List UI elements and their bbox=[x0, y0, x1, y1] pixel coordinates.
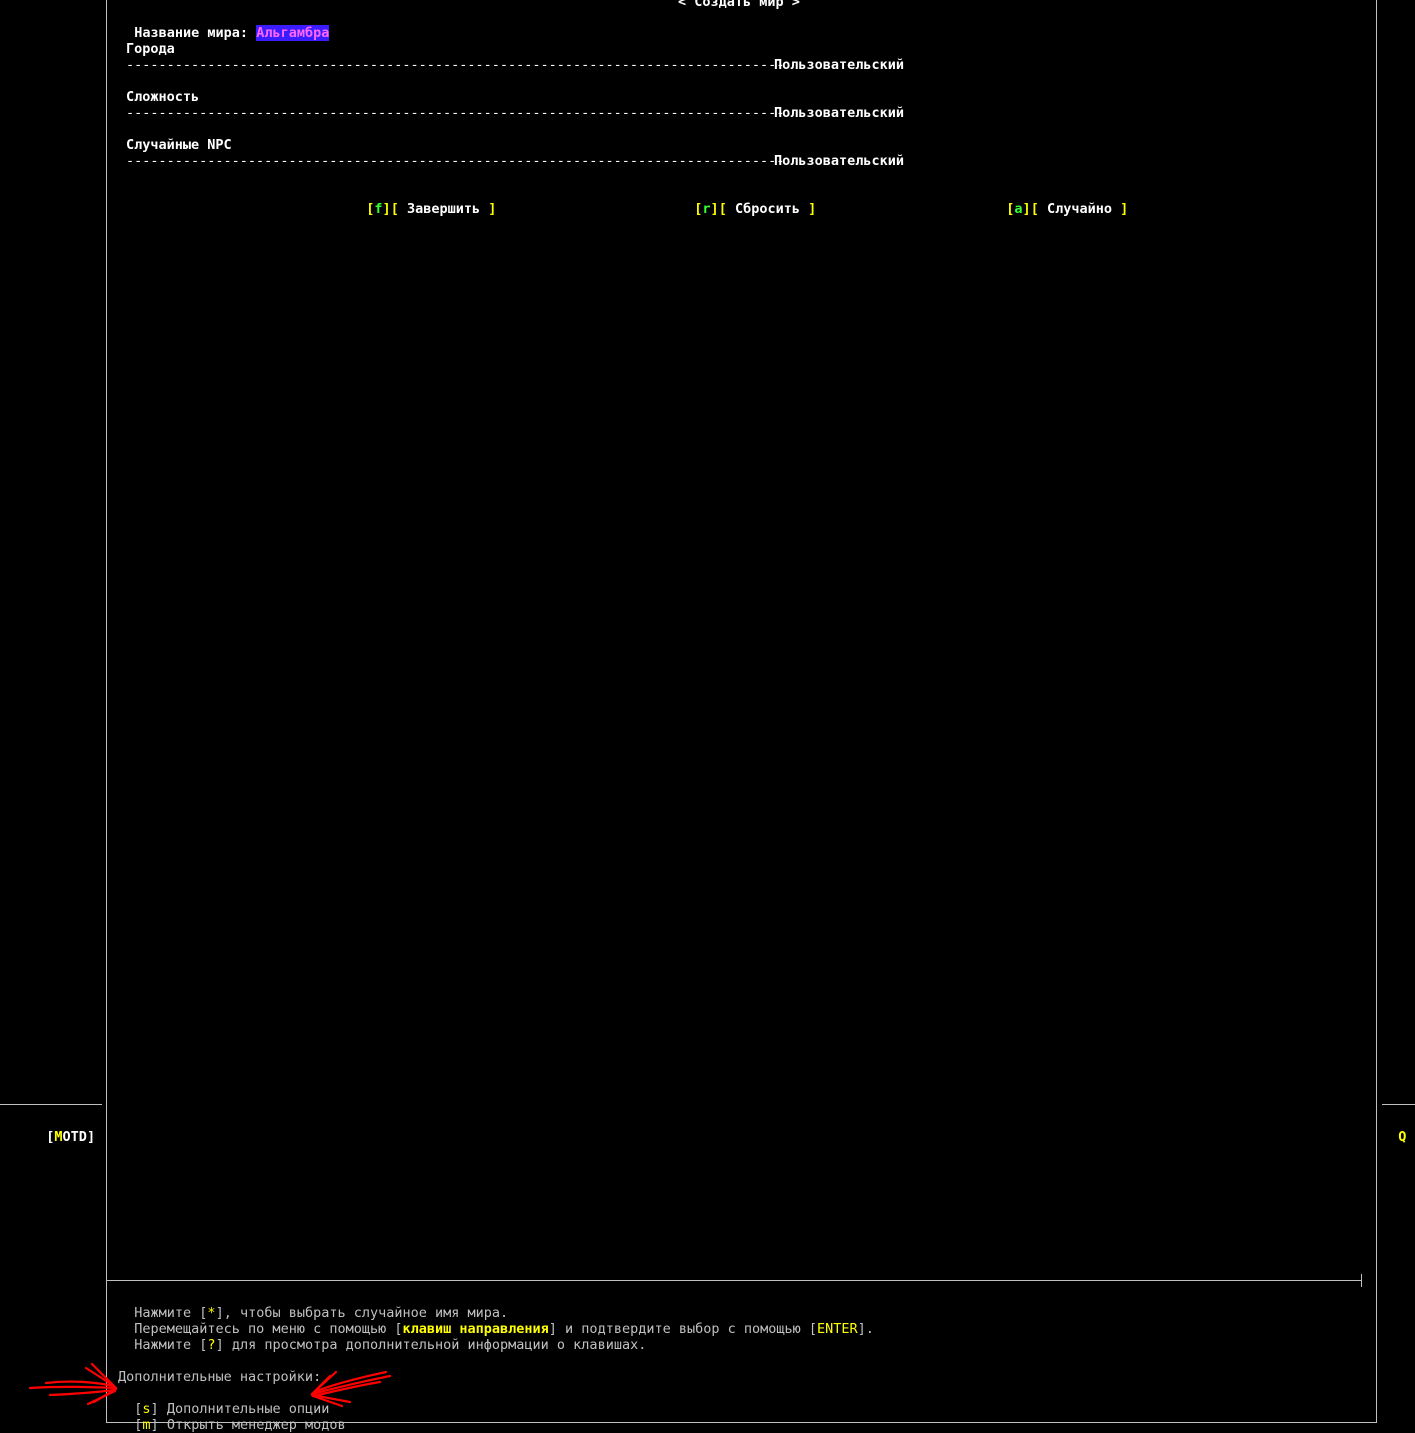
help-line2-post: ]. bbox=[857, 1321, 874, 1337]
right-arrow-icon bbox=[310, 1370, 392, 1408]
finish-hotkey: f bbox=[374, 201, 383, 217]
option-random-npc-label: Случайные NPC bbox=[126, 137, 232, 153]
random-label: Случайно bbox=[1046, 201, 1112, 217]
right-panel-divider bbox=[1382, 1104, 1415, 1105]
quit-label: Вы bbox=[1406, 1129, 1415, 1145]
random-bracket-open: [ bbox=[1030, 201, 1047, 217]
random-bracket-close: ] bbox=[1111, 201, 1129, 217]
option-difficulty-label: Сложность bbox=[126, 89, 200, 105]
random-hotkey-bracket-right: ] bbox=[1022, 201, 1031, 217]
motd-label: OTD bbox=[62, 1129, 87, 1145]
left-arrow-icon bbox=[28, 1362, 118, 1406]
finish-hotkey-bracket-right: ] bbox=[382, 201, 391, 217]
world-name-value[interactable]: Альгамбра bbox=[256, 25, 330, 41]
finish-bracket-close: ] bbox=[480, 201, 497, 217]
help-panel-divider bbox=[107, 1280, 1362, 1281]
annotation-arrows bbox=[28, 1362, 392, 1408]
finish-label: Завершить bbox=[406, 201, 481, 217]
reset-hotkey: r bbox=[702, 201, 711, 217]
option-difficulty-dashes: ----------------------------------------… bbox=[126, 105, 785, 121]
help-line-keys-info: Нажмите [?] для просмотра дополнительной… bbox=[118, 1321, 646, 1353]
option-random-npc-value[interactable]: Пользовательский bbox=[774, 153, 904, 169]
reset-label: Сбросить bbox=[734, 201, 800, 217]
motd-hotkey: M bbox=[54, 1129, 63, 1145]
motd-bracket-right: ] bbox=[86, 1129, 96, 1145]
random-button[interactable]: [a][ Случайно ] bbox=[990, 185, 1128, 217]
option-cities-dashes: ----------------------------------------… bbox=[126, 57, 785, 73]
finish-button[interactable]: [f][ Завершить ] bbox=[350, 185, 496, 217]
option-cities-label: Города bbox=[126, 41, 175, 57]
quit-button[interactable]: Q Вы bbox=[1382, 1113, 1415, 1145]
motd-button[interactable]: [MOTD] bbox=[30, 1113, 95, 1145]
help-panel-divider-tick bbox=[1361, 1274, 1362, 1287]
option-cities-value[interactable]: Пользовательский bbox=[774, 57, 904, 73]
option-difficulty-value[interactable]: Пользовательский bbox=[774, 105, 904, 121]
left-panel-divider bbox=[0, 1104, 102, 1105]
reset-bracket-close: ] bbox=[799, 201, 817, 217]
window-title: < Создать мир > bbox=[676, 0, 802, 10]
help-line2-key2: ENTER bbox=[817, 1321, 858, 1337]
world-name-row[interactable]: Название мира: Альгамбра bbox=[118, 9, 330, 41]
reset-hotkey-bracket-right: ] bbox=[710, 201, 719, 217]
finish-bracket-open: [ bbox=[390, 201, 407, 217]
option-random-npc-dashes: ----------------------------------------… bbox=[126, 153, 785, 169]
reset-button[interactable]: [r][ Сбросить ] bbox=[678, 185, 816, 217]
random-hotkey: a bbox=[1014, 201, 1023, 217]
reset-bracket-open: [ bbox=[718, 201, 735, 217]
world-name-label: Название мира: bbox=[134, 25, 257, 41]
